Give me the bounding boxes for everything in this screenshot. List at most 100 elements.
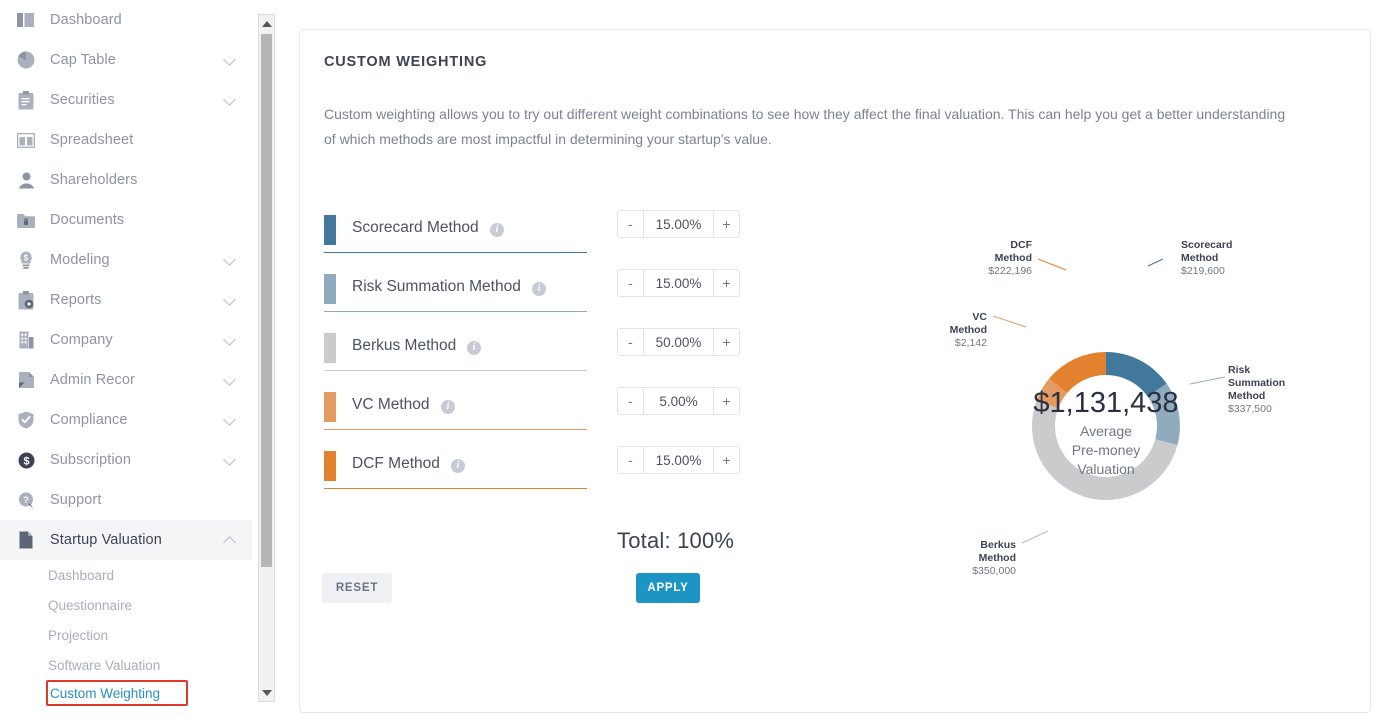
sidebar-item-label: Documents [50, 212, 125, 228]
quantity-stepper[interactable]: -15.00% + [617, 210, 740, 238]
shield-check-icon [16, 410, 36, 430]
sidebar-item-modeling[interactable]: $ Modeling [0, 240, 252, 280]
center-valuation-label: Valuation [1077, 461, 1134, 477]
sidebar-item-securities[interactable]: Securities [0, 80, 252, 120]
sidebar-item-label: Modeling [50, 252, 110, 268]
weight-stepper-row: -5.00% + [617, 387, 740, 446]
chevron-down-icon[interactable] [223, 53, 236, 66]
weight-input[interactable]: 5.00% [644, 388, 713, 414]
sidebar-item-spreadsheet[interactable]: Spreadsheet [0, 120, 252, 160]
svg-text:?: ? [23, 495, 29, 506]
sidebar-nav-list: Dashboard Cap Table Securities Spreadsheet S… [0, 0, 252, 560]
sidebar-item-compliance[interactable]: Compliance [0, 400, 252, 440]
sidebar-item-label: Dashboard [50, 12, 122, 28]
sidebar-item-cap-table[interactable]: Cap Table [0, 40, 252, 80]
sidebar-item-label: Company [50, 332, 113, 348]
callout-method-name: DCF [1010, 239, 1032, 251]
sidebar-item-subscription[interactable]: $ Subscription [0, 440, 252, 480]
quantity-stepper[interactable]: -50.00% + [617, 328, 740, 356]
sidebar-subitem-questionnaire[interactable]: Questionnaire [0, 590, 252, 620]
sidebar-item-company[interactable]: Company [0, 320, 252, 360]
lightbulb-dollar-icon: $ [16, 250, 36, 270]
donut-callout-label: DCFMethod$222,196 [988, 239, 1067, 277]
folder-lock-icon [16, 210, 36, 230]
sidebar-subnav-list: Dashboard Questionnaire Projection Software… [0, 560, 252, 706]
method-underline [324, 311, 587, 312]
apply-button[interactable]: APPLY [636, 573, 700, 603]
callout-method-name: Berkus [980, 539, 1016, 551]
center-valuation-label: Pre-money [1072, 442, 1140, 458]
sidebar-item-admin-recor[interactable]: Admin Recor [0, 360, 252, 400]
method-underline [324, 252, 587, 253]
callout-leader-line [992, 315, 1027, 328]
quantity-stepper[interactable]: -5.00% + [617, 387, 740, 415]
scrollbar-thumb[interactable] [261, 34, 272, 567]
sidebar-subitem-dashboard[interactable]: Dashboard [0, 560, 252, 590]
sidebar-item-reports[interactable]: Reports [0, 280, 252, 320]
decrement-weight-button[interactable]: - [618, 270, 644, 296]
reset-button[interactable]: RESET [322, 573, 392, 603]
decrement-weight-button[interactable]: - [618, 211, 644, 237]
weight-input[interactable]: 15.00% [644, 211, 713, 237]
admin-folder-icon [16, 370, 36, 390]
sidebar-item-label: Reports [50, 292, 102, 308]
custom-weighting-panel: CUSTOM WEIGHTING Custom weighting allows… [299, 29, 1371, 713]
sidebar-item-dashboard[interactable]: Dashboard [0, 0, 252, 40]
sidebar-item-startup-valuation[interactable]: Startup Valuation [0, 520, 252, 560]
donut-callout-label: RiskSummationMethod$337,500 [1189, 364, 1285, 415]
sidebar-item-support[interactable]: ? Support [0, 480, 252, 520]
callout-method-name: VC [972, 311, 987, 323]
weight-stepper-row: -15.00% + [617, 269, 740, 328]
info-icon[interactable]: i [441, 400, 455, 414]
center-valuation-label: Average [1080, 423, 1132, 439]
increment-weight-button[interactable]: + [713, 447, 739, 473]
method-name: VC Method [352, 396, 430, 413]
pie-chart-icon [16, 50, 36, 70]
chevron-down-icon[interactable] [223, 293, 236, 306]
page-title: CUSTOM WEIGHTING [324, 54, 488, 70]
weight-stepper-row: -50.00% + [617, 328, 740, 387]
callout-method-name: Method [950, 324, 987, 336]
scroll-down-arrow-icon[interactable] [259, 684, 274, 701]
info-icon[interactable]: i [451, 459, 465, 473]
sidebar-scrollbar[interactable] [258, 14, 275, 702]
increment-weight-button[interactable]: + [713, 211, 739, 237]
sidebar-subitem-projection[interactable]: Projection [0, 620, 252, 650]
dashboard-icon [16, 10, 36, 30]
sidebar-item-documents[interactable]: Documents [0, 200, 252, 240]
chevron-down-icon[interactable] [223, 253, 236, 266]
increment-weight-button[interactable]: + [713, 329, 739, 355]
center-valuation-amount: $1,131,438 [1033, 387, 1178, 419]
decrement-weight-button[interactable]: - [618, 447, 644, 473]
method-underline [324, 429, 587, 430]
clipboard-icon [16, 90, 36, 110]
sidebar-item-shareholders[interactable]: Shareholders [0, 160, 252, 200]
spreadsheet-icon [16, 130, 36, 150]
sidebar-item-label: Spreadsheet [50, 132, 134, 148]
scroll-up-arrow-icon[interactable] [259, 15, 274, 32]
decrement-weight-button[interactable]: - [618, 388, 644, 414]
info-icon[interactable]: i [532, 282, 546, 296]
total-weight-label: Total: 100% [617, 528, 735, 553]
quantity-stepper[interactable]: -15.00% + [617, 446, 740, 474]
callout-method-value: $222,196 [988, 265, 1032, 277]
chevron-down-icon[interactable] [223, 413, 236, 426]
chevron-down-icon[interactable] [223, 333, 236, 346]
info-icon[interactable]: i [467, 341, 481, 355]
weight-input[interactable]: 15.00% [644, 270, 713, 296]
weight-input[interactable]: 50.00% [644, 329, 713, 355]
increment-weight-button[interactable]: + [713, 388, 739, 414]
increment-weight-button[interactable]: + [713, 270, 739, 296]
chevron-down-icon[interactable] [223, 93, 236, 106]
quantity-stepper[interactable]: -15.00% + [617, 269, 740, 297]
callout-leader-line [1037, 258, 1067, 271]
chevron-down-icon[interactable] [223, 373, 236, 386]
chevron-down-icon[interactable] [223, 453, 236, 466]
decrement-weight-button[interactable]: - [618, 329, 644, 355]
method-underline [324, 488, 587, 489]
sidebar-subitem-software-valuation[interactable]: Software Valuation [0, 650, 252, 680]
chevron-up-icon[interactable] [223, 536, 236, 549]
sidebar-subitem-custom-weighting[interactable]: Custom Weighting [46, 680, 188, 706]
info-icon[interactable]: i [490, 223, 504, 237]
weight-input[interactable]: 15.00% [644, 447, 713, 473]
